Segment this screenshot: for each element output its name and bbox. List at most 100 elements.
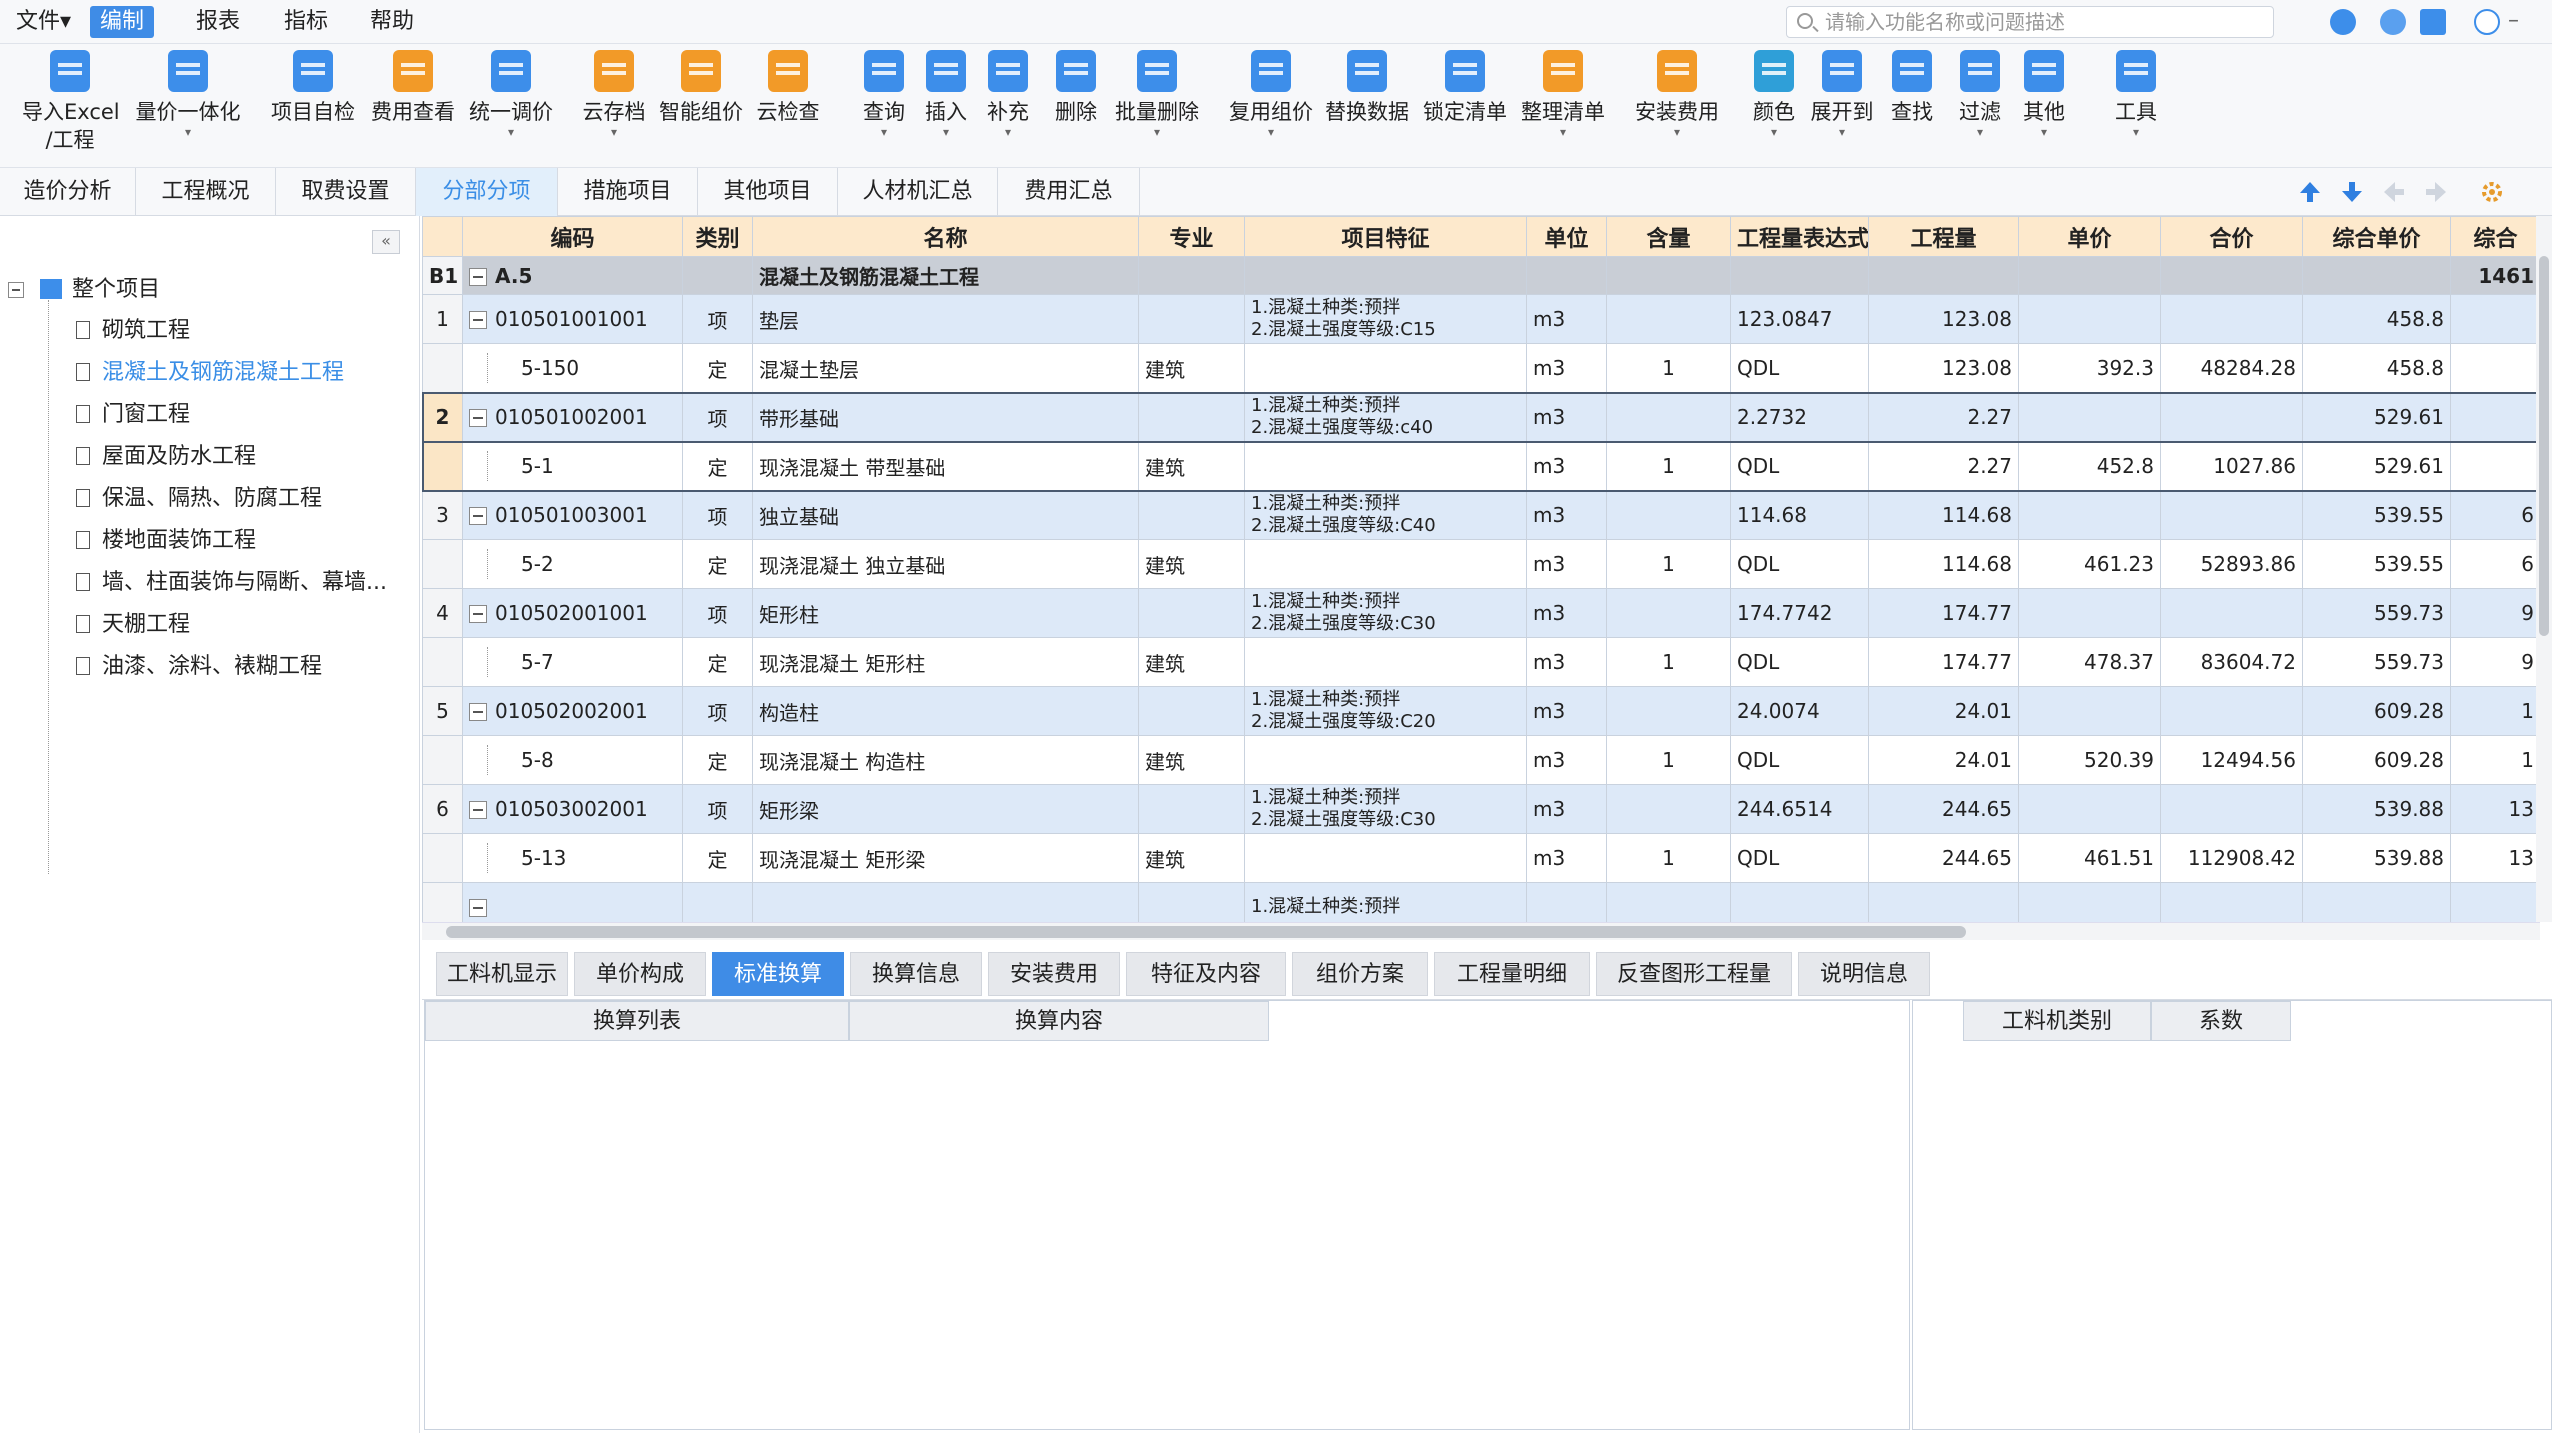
features-cell[interactable] [1244,637,1527,687]
code-cell[interactable]: 5-150 [462,343,683,393]
quantity-cell[interactable]: 174.77 [1868,588,2019,638]
content-cell[interactable] [1606,588,1731,638]
tab-standard-conversion[interactable]: 标准换算 [712,952,844,996]
total-cell[interactable]: 12494.56 [2160,735,2303,785]
expression-cell[interactable]: QDL [1730,637,1869,687]
extra-cell[interactable]: 1 [2450,735,2540,785]
price-cell[interactable]: 392.3 [2018,343,2161,393]
row-number[interactable] [422,833,463,883]
unit-cell[interactable]: m3 [1526,392,1607,442]
filter-button[interactable]: 过滤 ▾ [1952,50,2008,138]
menu-help[interactable]: 帮助 [360,6,424,38]
quantity-cell[interactable]: 2.27 [1868,392,2019,442]
unit-price-cell[interactable]: 539.55 [2302,490,2451,540]
unit-cell[interactable]: m3 [1526,784,1607,834]
unit-price-cell[interactable]: 458.8 [2302,294,2451,344]
bill-item-row[interactable]: 6 010503002001 项矩形梁 1.混凝土种类:预拌 2.混凝土强度等级:C30… [422,784,2540,834]
expression-cell[interactable]: 244.6514 [1730,784,1869,834]
collapse-pane-button[interactable]: « [372,230,400,254]
price-cell[interactable]: 461.23 [2018,539,2161,589]
replace-data-button[interactable]: 替换数据 [1322,50,1412,126]
tree-item[interactable]: 砌筑工程 [76,314,190,348]
expression-cell[interactable]: QDL [1730,343,1869,393]
content-cell[interactable] [1606,784,1731,834]
col-header-conversion-list[interactable]: 换算列表 [425,1001,849,1041]
minimize-icon[interactable]: – [2508,8,2519,33]
menu-index[interactable]: 指标 [274,6,338,38]
col-header-material-type[interactable]: 工料机类别 [1963,1001,2151,1041]
specialty-cell[interactable]: 建筑 [1138,343,1245,393]
unit-cell[interactable]: m3 [1526,637,1607,687]
tab-fee-summary[interactable]: 费用汇总 [998,168,1140,216]
install-fee-button[interactable]: 安装费用 ▾ [1632,50,1722,138]
col-header-price[interactable]: 单价 [2018,216,2161,257]
category-cell[interactable]: 项 [682,392,753,442]
price-cell[interactable] [2018,392,2161,442]
menu-edit[interactable]: 编制 [90,6,155,38]
specialty-cell[interactable]: 建筑 [1138,539,1245,589]
extra-cell[interactable]: 6 [2450,490,2540,540]
total-cell[interactable]: 1027.86 [2160,441,2303,491]
features-cell[interactable]: 1.混凝土种类:预拌 2.混凝土强度等级:C30 [1244,784,1527,834]
specialty-cell[interactable]: 建筑 [1138,833,1245,883]
row-number[interactable]: 1 [422,294,463,344]
content-cell[interactable] [1606,882,1731,922]
user-icon[interactable] [2330,9,2356,35]
extra-cell[interactable]: 13 [2450,833,2540,883]
tab-labor-material-summary[interactable]: 人材机汇总 [838,168,998,216]
row-number[interactable]: 5 [422,686,463,736]
unit-cell[interactable]: m3 [1526,588,1607,638]
tab-labor-material-display[interactable]: 工料机显示 [436,952,568,996]
quantity-cell[interactable]: 123.08 [1868,343,2019,393]
features-cell[interactable]: 1.混凝土种类:预拌 [1244,882,1527,922]
insert-button[interactable]: 插入 ▾ [918,50,974,138]
tab-features-content[interactable]: 特征及内容 [1126,952,1286,996]
quota-row[interactable]: 5-13 定现浇混凝土 矩形梁 建筑 m3 1 QDL 244.65 461.51 112908… [422,833,2540,883]
price-cell[interactable] [2018,784,2161,834]
name-cell[interactable]: 带形基础 [752,392,1139,442]
quantity-cell[interactable]: 174.77 [1868,637,2019,687]
specialty-cell[interactable]: 建筑 [1138,735,1245,785]
specialty-cell[interactable] [1138,294,1245,344]
import-excel-button[interactable]: 导入Excel /工程 [22,50,120,154]
unit-price-cell[interactable]: 609.28 [2302,686,2451,736]
category-cell[interactable]: 项 [682,294,753,344]
collapse-icon[interactable] [469,703,487,721]
content-cell[interactable]: 1 [1606,539,1731,589]
expression-cell[interactable]: QDL [1730,833,1869,883]
row-number[interactable] [422,343,463,393]
unit-cell[interactable]: m3 [1526,539,1607,589]
unit-price-cell[interactable]: 529.61 [2302,392,2451,442]
col-header-content[interactable]: 含量 [1606,216,1731,257]
unit-cell[interactable]: m3 [1526,833,1607,883]
specialty-cell[interactable] [1138,784,1245,834]
tree-item[interactable]: 屋面及防水工程 [76,440,256,474]
name-cell[interactable]: 现浇混凝土 构造柱 [752,735,1139,785]
tree-item[interactable]: 门窗工程 [76,398,190,432]
total-cell[interactable] [2160,784,2303,834]
quantity-cell[interactable]: 2.27 [1868,441,2019,491]
price-cell[interactable]: 478.37 [2018,637,2161,687]
name-cell[interactable]: 矩形梁 [752,784,1139,834]
content-cell[interactable] [1606,294,1731,344]
extra-cell[interactable] [2450,343,2540,393]
total-cell[interactable] [2160,588,2303,638]
total-cell[interactable] [2160,686,2303,736]
unit-cell[interactable]: m3 [1526,686,1607,736]
total-cell[interactable]: 48284.28 [2160,343,2303,393]
unit-price-cell[interactable]: 539.88 [2302,833,2451,883]
code-cell[interactable]: 5-7 [462,637,683,687]
col-header-specialty[interactable]: 专业 [1138,216,1245,257]
unit-cell[interactable]: m3 [1526,441,1607,491]
col-header-code[interactable]: 编码 [462,216,683,257]
price-cell[interactable] [2018,294,2161,344]
extra-cell[interactable]: 9 [2450,588,2540,638]
category-cell[interactable]: 定 [682,833,753,883]
bill-item-row[interactable]: 3 010501003001 项独立基础 1.混凝土种类:预拌 2.混凝土强度等级:C4… [422,490,2540,540]
move-right-icon[interactable] [2424,180,2448,204]
code-cell[interactable]: 010502001001 [462,588,683,638]
grid-vertical-scrollbar[interactable] [2536,216,2552,922]
extra-cell[interactable]: 6 [2450,539,2540,589]
code-cell[interactable]: 010501002001 [462,392,683,442]
content-cell[interactable]: 1 [1606,735,1731,785]
